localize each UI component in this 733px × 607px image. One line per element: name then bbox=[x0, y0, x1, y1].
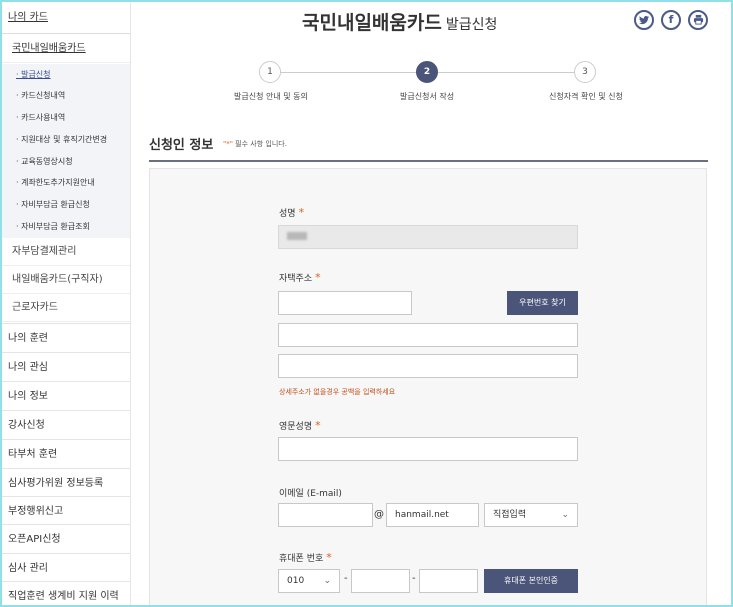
sidebar-item-review[interactable]: 심사 관리 bbox=[2, 553, 130, 582]
sidebar-item-open-api[interactable]: 오픈API신청 bbox=[2, 524, 130, 553]
sidebar-item-my-interest[interactable]: 나의 관심 bbox=[2, 352, 130, 381]
redacted-name bbox=[287, 231, 307, 240]
email-select-value: 직접입력 bbox=[493, 510, 527, 520]
email-domain-select[interactable]: 직접입력 ⌄ bbox=[484, 503, 578, 527]
sidebar-item-worker-card[interactable]: 근로자카드 bbox=[2, 294, 130, 322]
zipcode-search-button[interactable]: 우편번호 찾기 bbox=[507, 291, 578, 315]
required-note: "*" 필수 사항 입니다. bbox=[223, 139, 287, 149]
phone-prefix-select[interactable]: 010 ⌄ bbox=[278, 569, 340, 593]
english-name-label: 영문성명 * bbox=[279, 419, 321, 432]
sidebar-item-card-history[interactable]: · 카드신청내역 bbox=[2, 85, 130, 106]
english-name-input[interactable] bbox=[278, 437, 578, 461]
sidebar-item-limit-info[interactable]: · 계좌한도추가지원안내 bbox=[2, 172, 130, 193]
sidebar: 나의 카드 국민내일배움카드 · 발급신청 · 카드신청내역 · 카드사용내역 … bbox=[2, 2, 131, 605]
address-line2-input[interactable] bbox=[278, 354, 578, 378]
sidebar-item-eligibility-change[interactable]: · 지원대상 및 휴직기간변경 bbox=[2, 129, 130, 150]
chevron-down-icon: ⌄ bbox=[561, 510, 569, 520]
phone-dash-2: - bbox=[412, 573, 416, 584]
facebook-icon[interactable]: f bbox=[661, 10, 681, 30]
address-label: 자택주소 * bbox=[279, 271, 321, 284]
step-1-label: 발급신청 안내 및 동의 bbox=[234, 92, 308, 101]
section-divider bbox=[149, 160, 708, 162]
page-title-main: 국민내일배움카드 bbox=[302, 12, 442, 34]
sidebar-item-refund-check[interactable]: · 자비부담금 환급조회 bbox=[2, 216, 130, 237]
page-title-sub: 발급신청 bbox=[445, 17, 498, 33]
twitter-icon[interactable] bbox=[634, 10, 654, 30]
step-2-label: 발급신청서 작성 bbox=[400, 92, 455, 101]
address-line1-input[interactable] bbox=[278, 323, 578, 347]
email-domain-input[interactable]: hanmail.net bbox=[386, 503, 479, 527]
phone-verify-button[interactable]: 휴대폰 본인인증 bbox=[484, 569, 578, 593]
phone-dash-1: - bbox=[344, 573, 348, 584]
phone-prefix-value: 010 bbox=[287, 576, 305, 586]
sidebar-my-card[interactable]: 나의 카드 bbox=[2, 2, 130, 34]
email-local-input[interactable] bbox=[278, 503, 373, 527]
phone-last-input[interactable] bbox=[419, 569, 478, 593]
sidebar-item-my-training[interactable]: 나의 훈련 bbox=[2, 323, 130, 352]
chevron-down-icon: ⌄ bbox=[323, 576, 331, 586]
required-note-text: 필수 사항 입니다. bbox=[232, 140, 287, 148]
required-star: * bbox=[326, 551, 332, 564]
print-icon[interactable] bbox=[688, 10, 708, 30]
sidebar-item-refund-apply[interactable]: · 자비부담금 환급신청 bbox=[2, 194, 130, 215]
sidebar-item-my-info[interactable]: 나의 정보 bbox=[2, 381, 130, 410]
sidebar-item-self-payment[interactable]: 자부담결제관리 bbox=[2, 238, 130, 266]
name-field bbox=[278, 225, 578, 249]
sidebar-item-card-usage[interactable]: · 카드사용내역 bbox=[2, 107, 130, 128]
page-title: 국민내일배움카드 발급신청 bbox=[302, 10, 497, 36]
sidebar-item-evaluator[interactable]: 심사평가위원 정보등록 bbox=[2, 468, 130, 497]
sidebar-item-report[interactable]: 부정행위신고 bbox=[2, 496, 130, 525]
sidebar-item-living-support[interactable]: 직업훈련 생계비 지원 이력 bbox=[2, 581, 130, 605]
email-at-sign: @ bbox=[374, 509, 384, 520]
zipcode-input[interactable] bbox=[278, 291, 412, 315]
section-title: 신청인 정보 bbox=[149, 138, 214, 153]
required-star: * bbox=[315, 271, 321, 284]
required-star: * bbox=[298, 206, 305, 219]
required-star: * bbox=[315, 419, 321, 432]
sidebar-submenu: · 발급신청 · 카드신청내역 · 카드사용내역 · 지원대상 및 휴직기간변경… bbox=[2, 64, 130, 238]
step-3-circle: 3 bbox=[574, 61, 596, 83]
email-label: 이메일 (E-mail) bbox=[279, 489, 342, 499]
step-2-circle: 2 bbox=[416, 61, 438, 83]
address-helper-text: 상세주소가 없을경우 공백을 입력하세요 bbox=[279, 388, 396, 396]
phone-middle-input[interactable] bbox=[351, 569, 410, 593]
sidebar-item-jobseeker-card[interactable]: 내일배움카드(구직자) bbox=[2, 266, 130, 294]
phone-label: 휴대폰 번호 * bbox=[279, 551, 332, 564]
step-1-circle: 1 bbox=[259, 61, 281, 83]
sidebar-national-card[interactable]: 국민내일배움카드 bbox=[2, 35, 130, 63]
sidebar-item-other-ministry[interactable]: 타부처 훈련 bbox=[2, 439, 130, 468]
step-3-label: 신청자격 확인 및 신청 bbox=[549, 92, 623, 101]
required-note-mark: "*" bbox=[223, 140, 233, 148]
sidebar-item-video[interactable]: · 교육동영상시청 bbox=[2, 151, 130, 172]
sidebar-item-instructor[interactable]: 강사신청 bbox=[2, 410, 130, 439]
page-frame: 나의 카드 국민내일배움카드 · 발급신청 · 카드신청내역 · 카드사용내역 … bbox=[0, 0, 733, 607]
sidebar-item-apply[interactable]: · 발급신청 bbox=[2, 64, 130, 85]
name-label: 성명 * bbox=[279, 206, 305, 219]
